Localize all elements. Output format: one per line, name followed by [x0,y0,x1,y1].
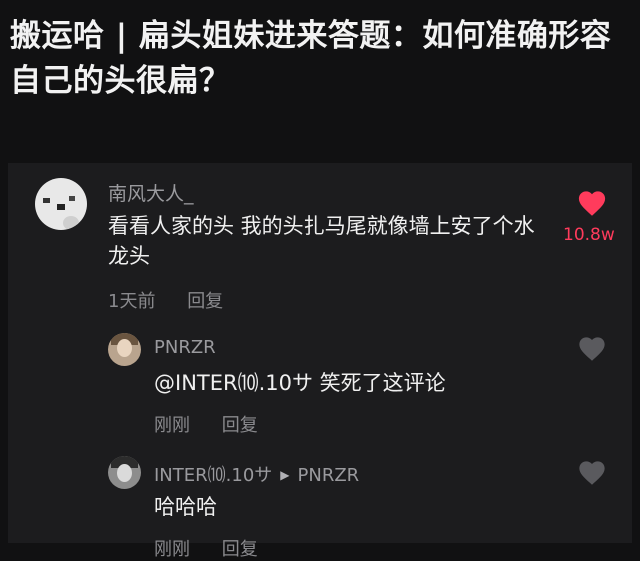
like-count: 10.8w [563,225,615,245]
reply-time: 刚刚 [154,415,190,436]
heart-filled-icon[interactable] [576,189,608,217]
reply-button[interactable]: 回复 [187,291,223,312]
comment-meta: 1天前 回复 [108,287,249,313]
avatar[interactable] [108,333,141,366]
heart-outline-icon[interactable] [577,335,607,362]
post-title: 搬运哈 | 扁头姐妹进来答题：如何准确形容自己的头很扁？ [10,18,612,99]
reply-author[interactable]: PNRZR [154,337,216,358]
comment-text: 看看人家的头 我的头扎马尾就像墙上安了个水龙头 [108,214,535,268]
reply-text: @INTER⑽.10サ 笑死了这评论 [154,371,446,395]
reply-header: INTER⑽.10サ ▶ PNRZR [154,461,359,487]
comment-time: 1天前 [108,291,156,312]
reply-author[interactable]: INTER⑽.10サ [154,465,272,486]
avatar[interactable] [35,178,87,230]
comment-author[interactable]: 南风大人_ [108,179,194,206]
reply-button[interactable]: 回复 [222,415,258,436]
comment-panel: 南风大人_ 看看人家的头 我的头扎马尾就像墙上安了个水龙头 1天前 回复 10.… [8,163,632,560]
reply-time: 刚刚 [154,539,190,560]
heart-outline-icon[interactable] [577,459,607,486]
reply-meta: 刚刚 回复 [154,535,284,561]
reply-meta: 刚刚 回复 [154,411,284,437]
reply-button[interactable]: 回复 [222,539,258,560]
reply-text: 哈哈哈 [154,495,217,519]
reply-to-author[interactable]: PNRZR [298,465,360,486]
triangle-right-icon: ▶ [280,468,290,482]
avatar[interactable] [108,456,141,489]
